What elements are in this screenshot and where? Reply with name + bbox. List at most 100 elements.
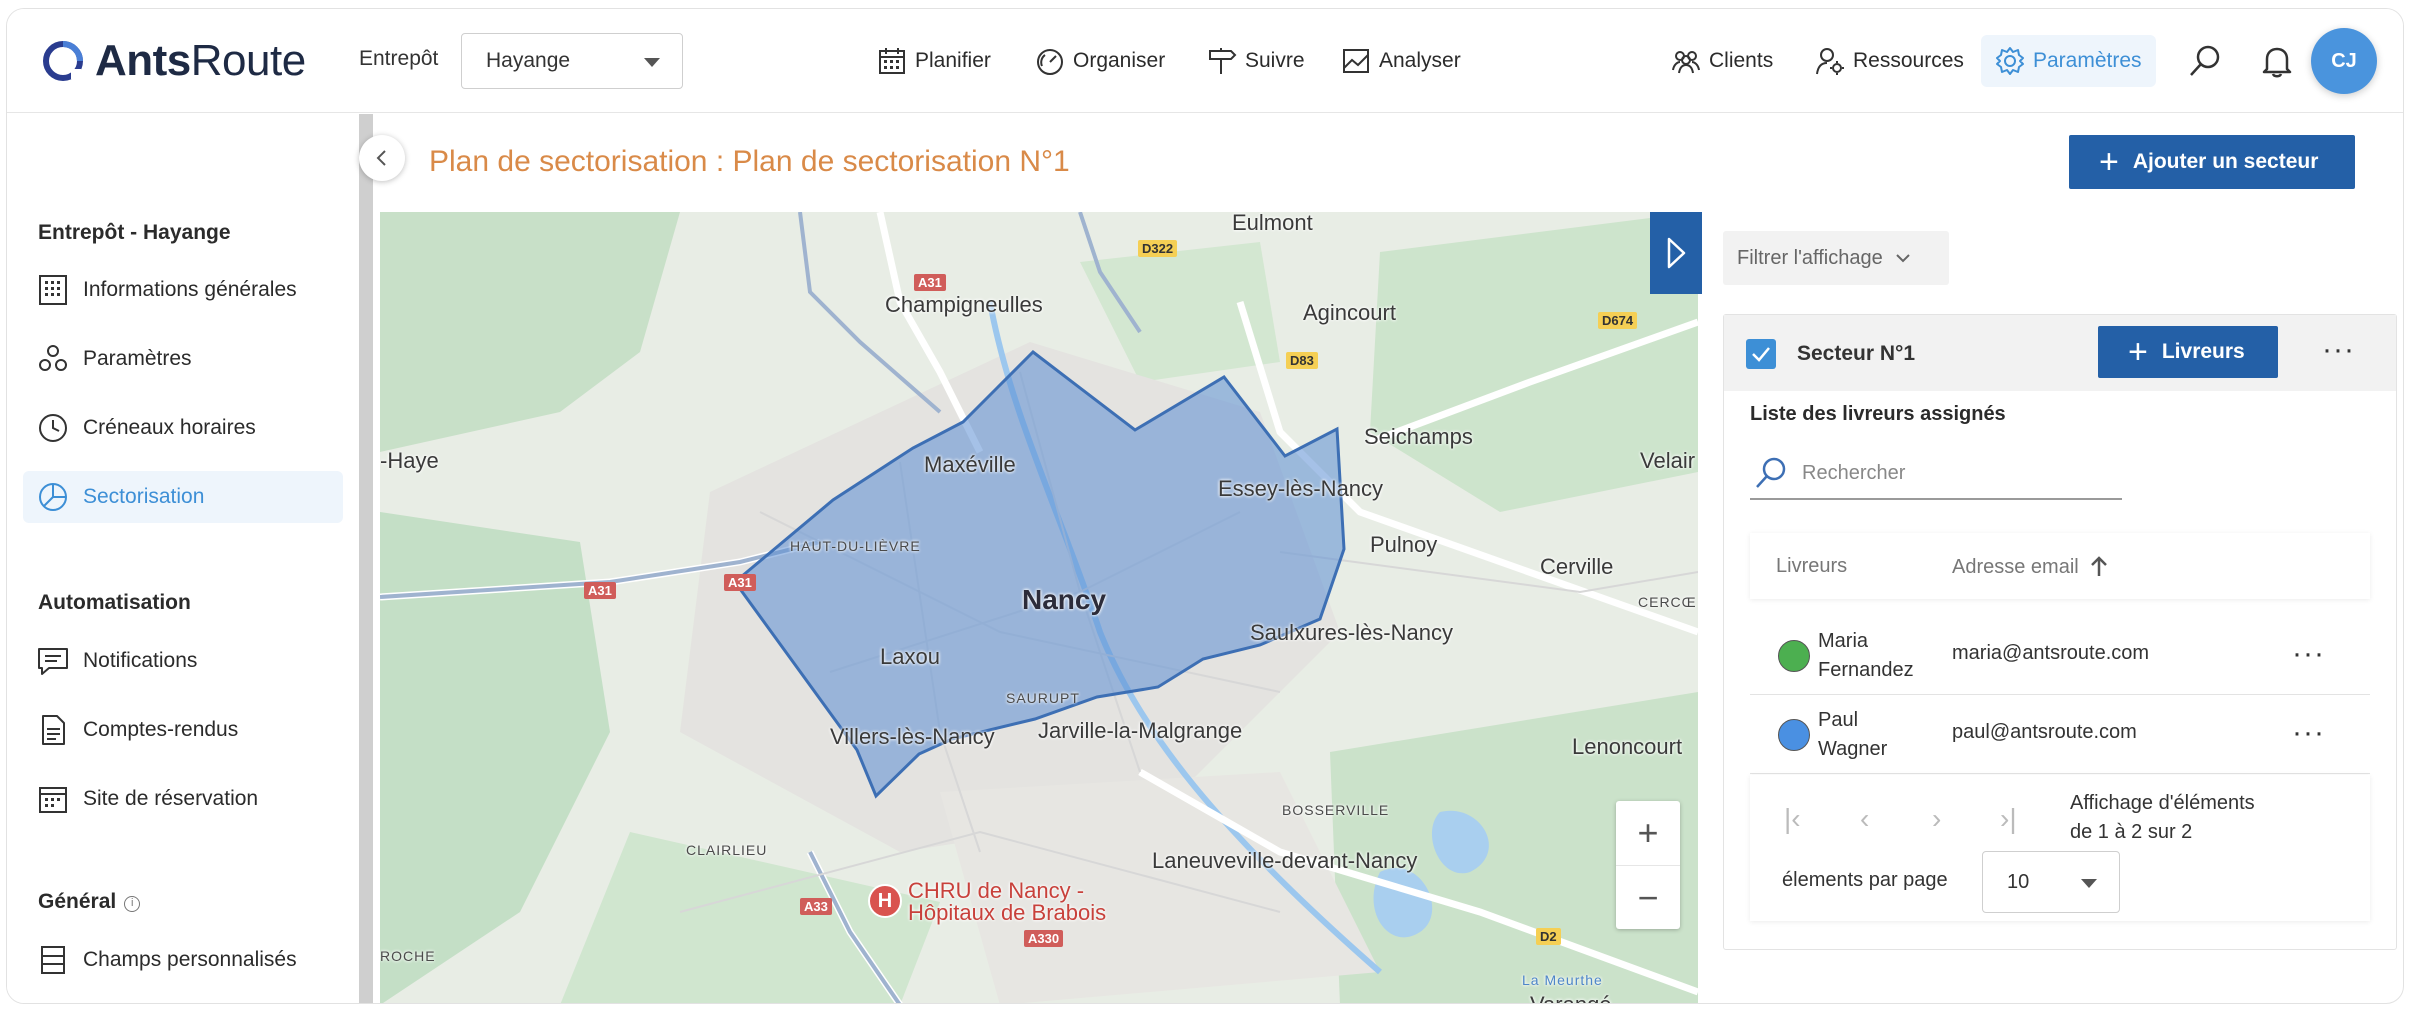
table-row: Maria Fernandez maria@antsroute.com ··· [1750, 617, 2370, 695]
driver-color-dot [1778, 719, 1810, 751]
assigned-drivers-title: Liste des livreurs assignés [1750, 403, 2006, 425]
driver-color-dot [1778, 640, 1810, 672]
drivers-table-header: Livreurs Adresse email [1750, 533, 2370, 599]
map-label: Nancy [1022, 584, 1107, 615]
logo[interactable]: AntsRoute [41, 35, 306, 87]
calendar-icon [39, 787, 67, 813]
bell-icon [2262, 47, 2292, 78]
sector-title: Secteur N°1 [1797, 342, 1916, 365]
nav-analyser[interactable]: Analyser [1341, 35, 1461, 87]
column-email[interactable]: Adresse email [1952, 555, 2108, 579]
building-icon [39, 275, 67, 305]
search-icon [2190, 45, 2220, 76]
sidebar-item-notifications[interactable]: Notifications [23, 635, 343, 687]
add-sector-button[interactable]: + Ajouter un secteur [2069, 135, 2355, 189]
pie-chart-icon [39, 483, 67, 511]
warehouse-select[interactable]: Hayange [461, 33, 683, 89]
prev-page-icon[interactable]: ‹ [1860, 803, 1869, 835]
row-options-icon[interactable]: ··· [2292, 718, 2325, 748]
road-badge: D674 [1598, 312, 1638, 329]
filter-display-label: Filtrer l'affichage [1737, 246, 1883, 269]
last-page-icon[interactable]: ›| [2000, 803, 2017, 835]
search-icon [1756, 457, 1786, 488]
road-badge: D322 [1138, 240, 1178, 257]
nav-parametres[interactable]: Paramètres [1981, 35, 2156, 87]
sidebar: Entrepôt - Hayange Informations générale… [7, 114, 359, 1003]
sidebar-item-label: Site de réservation [83, 787, 259, 810]
row-options-icon[interactable]: ··· [2292, 639, 2325, 669]
map-label: Hôpitaux de Brabois [908, 900, 1107, 925]
next-page-icon[interactable]: › [1932, 803, 1941, 835]
driver-search-input[interactable] [1802, 461, 2102, 485]
sidebar-item-label: Notifications [83, 649, 198, 672]
map-label: La Meurthe [1522, 972, 1603, 988]
column-drivers[interactable]: Livreurs [1776, 555, 1847, 578]
map-label: Villers-lès-Nancy [830, 724, 995, 749]
message-icon [38, 648, 68, 675]
map-label: -Haye [380, 448, 439, 473]
plus-icon: + [2128, 333, 2148, 371]
nav-suivre[interactable]: Suivre [1207, 35, 1305, 87]
chevron-down-icon [1896, 254, 1910, 263]
per-page-label: élements par page [1782, 869, 1948, 891]
sector-checkbox[interactable] [1746, 339, 1776, 369]
map-label: HAUT-DU-LIÈVRE [790, 538, 921, 554]
toggle-panel-button[interactable] [1650, 212, 1702, 294]
map-label: Velair [1640, 448, 1696, 473]
hospital-marker-icon[interactable]: H [868, 884, 902, 918]
zoom-out-button[interactable]: − [1616, 865, 1680, 929]
driver-name: Maria Fernandez [1818, 630, 1914, 681]
sidebar-item-label: Paramètres [83, 347, 192, 370]
sidebar-item-label: Comptes-rendus [83, 718, 239, 741]
zoom-controls: + − [1616, 801, 1680, 929]
sector-card-header: Secteur N°1 + Livreurs ··· [1724, 315, 2396, 391]
road-badge: A31 [584, 582, 616, 599]
nav-organiser[interactable]: Organiser [1035, 35, 1165, 87]
avatar[interactable]: CJ [2311, 28, 2377, 94]
gear-icon [1996, 47, 2024, 75]
sidebar-item-sectorisation[interactable]: Sectorisation [23, 471, 343, 523]
nav-ressources-label: Ressources [1853, 49, 1964, 72]
sidebar-scrollbar[interactable] [359, 114, 373, 1003]
map[interactable]: Eulmont Champigneulles Agincourt Seicham… [380, 212, 1698, 1003]
nav-parametres-label: Paramètres [2033, 49, 2142, 72]
search-button[interactable] [2185, 41, 2225, 81]
add-sector-label: Ajouter un secteur [2132, 150, 2319, 173]
add-drivers-button[interactable]: + Livreurs [2098, 326, 2278, 378]
clock-icon [39, 414, 67, 442]
nav-clients[interactable]: Clients [1671, 35, 1773, 87]
road-badge: A31 [914, 274, 946, 291]
sort-arrow-up-icon [2091, 556, 2108, 576]
driver-email: maria@antsroute.com [1952, 642, 2150, 664]
notifications-button[interactable] [2257, 41, 2297, 81]
sidebar-item-parametres[interactable]: Paramètres [23, 333, 343, 385]
sidebar-section-general: Général i [38, 890, 141, 914]
app-window: AntsRoute Entrepôt Hayange Planifier Org… [6, 8, 2404, 1004]
nav-planifier[interactable]: Planifier [877, 35, 991, 87]
driver-search [1750, 448, 2122, 500]
filter-display-button[interactable]: Filtrer l'affichage [1723, 231, 1949, 285]
sidebar-item-booking-site[interactable]: Site de réservation [23, 773, 343, 825]
map-label: Cerville [1540, 554, 1614, 579]
map-label: Lenoncourt [1572, 734, 1683, 759]
sidebar-item-time-slots[interactable]: Créneaux horaires [23, 402, 343, 454]
nav-ressources[interactable]: Ressources [1815, 35, 1964, 87]
sidebar-item-label: Champs personnalisés [83, 948, 297, 971]
map-label: Champigneulles [885, 292, 1043, 317]
sidebar-item-custom-fields[interactable]: Champs personnalisés [23, 934, 343, 986]
plus-icon: + [2099, 143, 2119, 181]
map-label: Saulxures-lès-Nancy [1250, 620, 1453, 645]
first-page-icon[interactable]: |‹ [1784, 803, 1801, 835]
more-options-icon[interactable]: ··· [2322, 335, 2355, 365]
chart-icon [1343, 49, 1369, 73]
collapse-sidebar-button[interactable] [359, 135, 405, 181]
sidebar-item-label: Créneaux horaires [83, 416, 256, 439]
sidebar-item-general-info[interactable]: Informations générales [23, 264, 343, 316]
zoom-in-button[interactable]: + [1616, 801, 1680, 865]
map-label: CLAIRLIEU [686, 842, 768, 858]
calendar-icon [879, 48, 905, 74]
sidebar-item-reports[interactable]: Comptes-rendus [23, 704, 343, 756]
warehouse-select-value: Hayange [486, 49, 571, 72]
list-icon [41, 946, 65, 974]
per-page-select[interactable]: 10 [1982, 851, 2120, 913]
